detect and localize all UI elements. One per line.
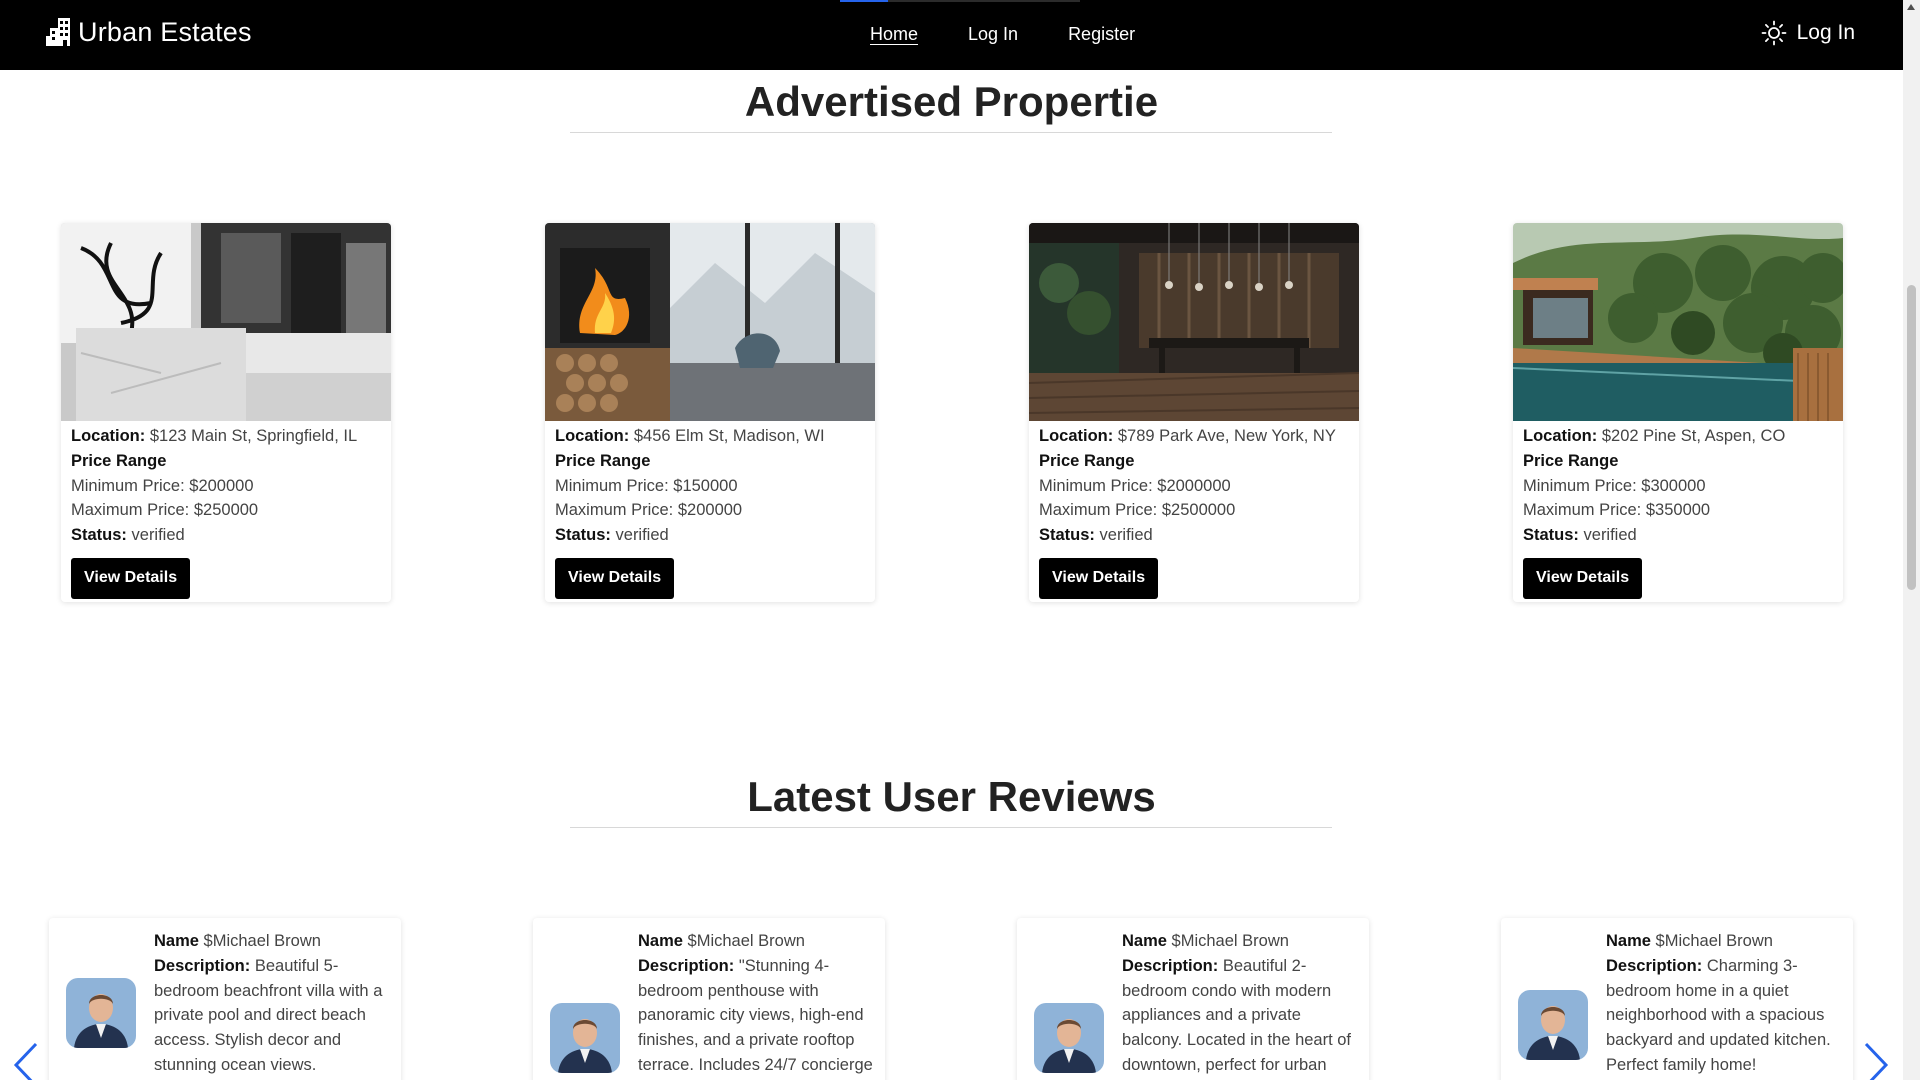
property-details: Location: $789 Park Ave, New York, NY Pr…	[1029, 421, 1359, 599]
review-name: $Michael Brown	[1655, 932, 1773, 950]
property-card: Location: $123 Main St, Springfield, IL …	[61, 223, 391, 602]
price-range-label: Price Range	[555, 451, 651, 470]
brand-name: Urban Estates	[78, 16, 252, 47]
price-range-label: Price Range	[1523, 451, 1619, 470]
avatar	[1034, 1003, 1104, 1073]
max-price-label: Maximum Price:	[1523, 501, 1642, 520]
property-max-price: $250000	[193, 501, 259, 520]
review-text: Name $Michael Brown Description: Charmin…	[1606, 929, 1844, 1078]
review-name: $Michael Brown	[203, 932, 321, 950]
property-location: $789 Park Ave, New York, NY	[1117, 427, 1336, 445]
nav-login-button[interactable]: Log In	[1797, 21, 1855, 45]
property-status: verified	[615, 526, 669, 545]
location-label: Location:	[1523, 427, 1598, 445]
property-photo-pool	[1513, 223, 1843, 421]
sun-icon[interactable]	[1761, 20, 1787, 46]
price-range-label: Price Range	[71, 451, 167, 470]
review-name: $Michael Brown	[1171, 932, 1289, 950]
nav-register-link[interactable]: Register	[1068, 24, 1135, 45]
status-label: Status:	[555, 526, 611, 545]
review-name-label: Name	[1122, 932, 1167, 950]
min-price-label: Minimum Price:	[1039, 476, 1153, 495]
property-card: Location: $789 Park Ave, New York, NY Pr…	[1029, 223, 1359, 602]
view-details-button[interactable]: View Details	[71, 557, 191, 599]
min-price-label: Minimum Price:	[555, 476, 669, 495]
review-description-label: Description:	[154, 956, 251, 975]
property-min-price: $150000	[673, 476, 738, 495]
chevron-left-icon[interactable]	[10, 1040, 40, 1080]
location-label: Location:	[71, 427, 146, 445]
property-min-price: $200000	[189, 476, 254, 495]
property-details: Location: $456 Elm St, Madison, WI Price…	[545, 421, 875, 599]
property-min-price: $300000	[1641, 476, 1706, 495]
property-details: Location: $123 Main St, Springfield, IL …	[61, 421, 391, 599]
review-name-label: Name	[638, 932, 683, 950]
review-text: Name $Michael Brown Description: Beautif…	[1122, 929, 1360, 1078]
status-label: Status:	[71, 526, 127, 545]
max-price-label: Maximum Price:	[555, 501, 674, 520]
avatar	[550, 1003, 620, 1073]
view-details-button[interactable]: View Details	[1039, 557, 1159, 599]
max-price-label: Maximum Price:	[71, 501, 190, 520]
view-details-button[interactable]: View Details	[555, 557, 675, 599]
avatar	[1518, 990, 1588, 1060]
property-photo-fireplace	[545, 223, 875, 421]
advertised-title: Advertised Propertie	[744, 78, 1159, 125]
page: Urban Estates Home Log In Register Log I…	[0, 0, 1920, 1080]
review-card: Name $Michael Brown Description: "Stunni…	[533, 918, 885, 1080]
review-name-label: Name	[154, 932, 199, 950]
price-range-label: Price Range	[1039, 451, 1135, 470]
review-card: Name $Michael Brown Description: Beautif…	[49, 918, 401, 1080]
nav-login-link[interactable]: Log In	[968, 24, 1018, 45]
advertised-divider	[570, 132, 1332, 133]
nav-links: Home Log In Register	[870, 24, 1135, 45]
reviews-title: Latest User Reviews	[747, 773, 1156, 820]
property-location: $456 Elm St, Madison, WI	[633, 427, 825, 445]
property-status: verified	[131, 526, 185, 545]
max-price-label: Maximum Price:	[1039, 501, 1158, 520]
review-card: Name $Michael Brown Description: Beautif…	[1017, 918, 1369, 1080]
min-price-label: Minimum Price:	[71, 476, 185, 495]
nav-home-link[interactable]: Home	[870, 24, 918, 45]
nav-right: Log In	[1761, 20, 1855, 46]
review-name-label: Name	[1606, 932, 1651, 950]
location-label: Location:	[555, 427, 630, 445]
property-photo-kitchen	[61, 223, 391, 421]
review-card: Name $Michael Brown Description: Charmin…	[1501, 918, 1853, 1080]
property-details: Location: $202 Pine St, Aspen, CO Price …	[1513, 421, 1843, 599]
scroll-thumb[interactable]	[1907, 285, 1916, 590]
property-max-price: $2500000	[1161, 501, 1236, 520]
property-max-price: $350000	[1645, 501, 1711, 520]
min-price-label: Minimum Price:	[1523, 476, 1637, 495]
property-status: verified	[1583, 526, 1637, 545]
property-photo-dining	[1029, 223, 1359, 421]
status-label: Status:	[1523, 526, 1579, 545]
property-min-price: $2000000	[1157, 476, 1231, 495]
brand[interactable]: Urban Estates	[46, 16, 252, 48]
property-max-price: $200000	[677, 501, 743, 520]
page-scrollbar[interactable]	[1903, 0, 1920, 1080]
review-name: $Michael Brown	[687, 932, 805, 950]
status-label: Status:	[1039, 526, 1095, 545]
chevron-right-icon[interactable]	[1862, 1040, 1892, 1080]
review-text: Name $Michael Brown Description: Beautif…	[154, 929, 392, 1078]
review-description-label: Description:	[1122, 956, 1219, 975]
nav-active-indicator	[840, 0, 1080, 2]
property-location: $202 Pine St, Aspen, CO	[1601, 427, 1786, 445]
property-location: $123 Main St, Springfield, IL	[149, 427, 358, 445]
review-description-label: Description:	[638, 956, 735, 975]
review-text: Name $Michael Brown Description: "Stunni…	[638, 929, 876, 1078]
reviews-divider	[570, 827, 1332, 828]
avatar	[66, 978, 136, 1048]
property-card: Location: $202 Pine St, Aspen, CO Price …	[1513, 223, 1843, 602]
navbar: Urban Estates Home Log In Register Log I…	[0, 0, 1903, 70]
property-status: verified	[1099, 526, 1153, 545]
scroll-up-arrow-icon[interactable]	[1907, 4, 1915, 10]
view-details-button[interactable]: View Details	[1523, 557, 1643, 599]
location-label: Location:	[1039, 427, 1114, 445]
review-description-label: Description:	[1606, 956, 1703, 975]
property-card: Location: $456 Elm St, Madison, WI Price…	[545, 223, 875, 602]
building-icon	[46, 18, 70, 46]
